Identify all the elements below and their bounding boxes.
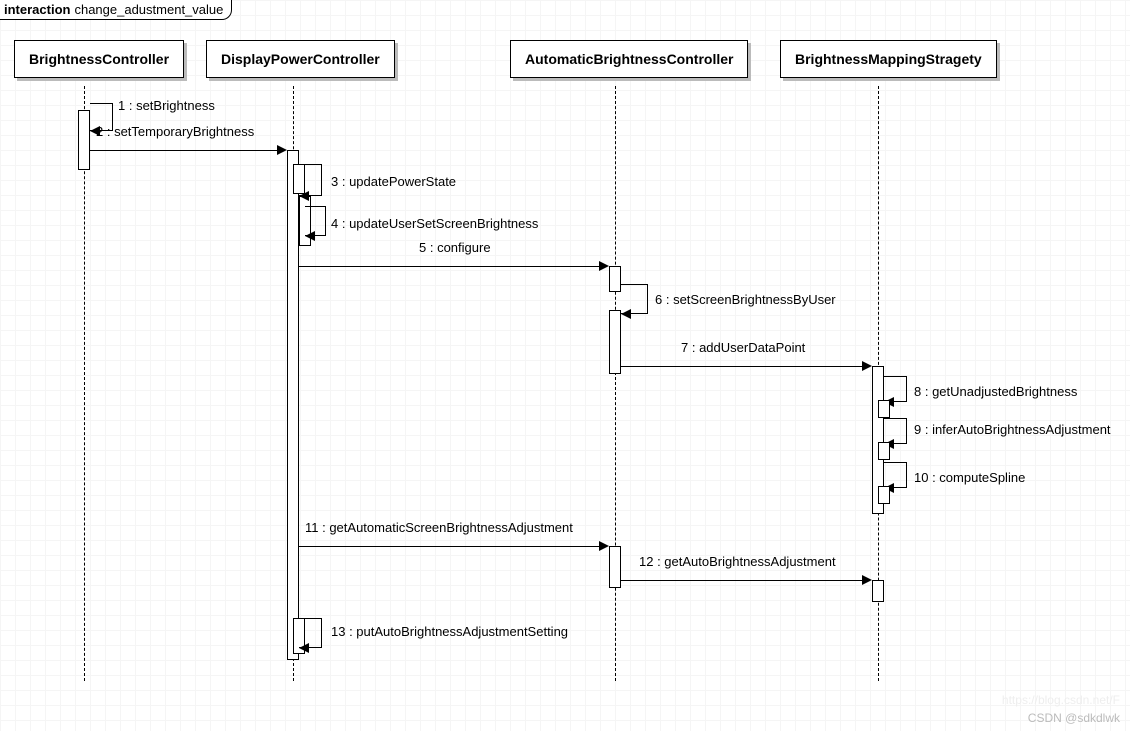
activation-p3-configure: [609, 266, 621, 292]
msg-12-getautobrightnessadjustment: 12 : getAutoBrightnessAdjustment: [621, 572, 872, 588]
activation-p2-nest1: [293, 164, 305, 194]
activation-p4-msg12: [872, 580, 884, 602]
interaction-keyword: interaction: [4, 2, 70, 17]
msg-10-label: 10 : computeSpline: [914, 470, 1025, 485]
msg-6-label: 6 : setScreenBrightnessByUser: [655, 292, 836, 307]
participant-brightness-controller: BrightnessController: [14, 40, 184, 78]
participant-automatic-brightness-controller: AutomaticBrightnessController: [510, 40, 748, 78]
msg-5-configure: 5 : configure: [299, 258, 609, 274]
msg-3-label: 3 : updatePowerState: [331, 174, 456, 189]
msg-7-label: 7 : addUserDataPoint: [681, 340, 805, 355]
msg-4-label: 4 : updateUserSetScreenBrightness: [331, 216, 538, 231]
watermark-url: https://blog.csdn.net/F: [1002, 693, 1120, 707]
msg-2-label: 2 : setTemporaryBrightness: [96, 124, 254, 139]
activation-p4-nest1: [878, 400, 890, 418]
activation-p3-setscreen: [609, 310, 621, 374]
participant-brightness-mapping-strategy: BrightnessMappingStragety: [780, 40, 997, 78]
interaction-frame-label: interaction change_adustment_value: [0, 0, 232, 20]
msg-11-label: 11 : getAutomaticScreenBrightnessAdjustm…: [305, 520, 573, 535]
msg-1-label: 1 : setBrightness: [118, 98, 215, 113]
msg-9-label: 9 : inferAutoBrightnessAdjustment: [914, 422, 1111, 437]
participant-display-power-controller: DisplayPowerController: [206, 40, 395, 78]
msg-2-settemporarybrightness: 2 : setTemporaryBrightness: [90, 142, 287, 158]
activation-p2-main: [287, 150, 299, 660]
msg-11-getautomaticscreenbrightnessadjustment: 11 : getAutomaticScreenBrightnessAdjustm…: [299, 538, 609, 554]
activation-p1: [78, 110, 90, 170]
lifeline-p3: [615, 86, 616, 681]
lifeline-p1: [84, 86, 85, 681]
msg-7-adduserdatapoint: 7 : addUserDataPoint: [621, 358, 872, 374]
interaction-name: change_adustment_value: [74, 2, 223, 17]
msg-8-label: 8 : getUnadjustedBrightness: [914, 384, 1077, 399]
activation-p4-nest3: [878, 486, 890, 504]
msg-13-label: 13 : putAutoBrightnessAdjustmentSetting: [331, 624, 568, 639]
activation-p4-nest2: [878, 442, 890, 460]
msg-12-label: 12 : getAutoBrightnessAdjustment: [639, 554, 836, 569]
msg-5-label: 5 : configure: [419, 240, 491, 255]
watermark-author: CSDN @sdkdlwk: [1028, 711, 1120, 725]
activation-p3-msg11: [609, 546, 621, 588]
